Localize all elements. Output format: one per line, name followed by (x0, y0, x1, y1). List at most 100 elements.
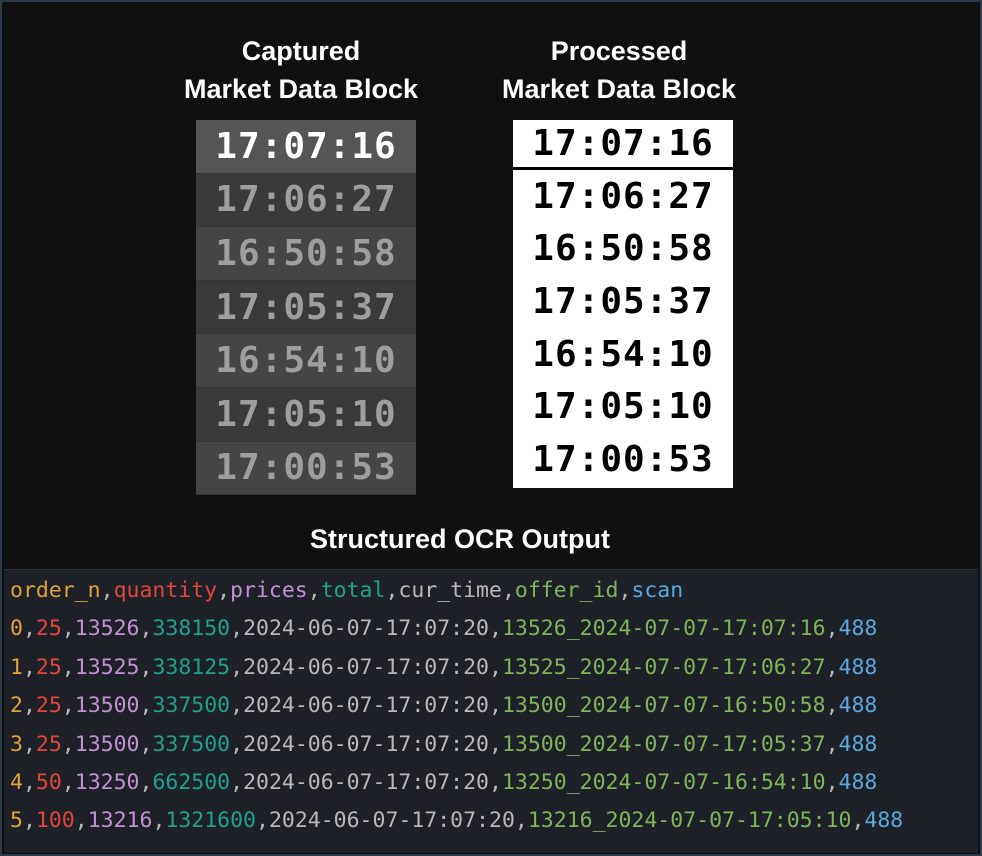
csv-separator: , (22, 693, 36, 719)
csv-separator: , (825, 770, 839, 795)
captured-time-cell: 17:00:53 (196, 441, 416, 496)
csv-cell-prices: 13525 (74, 654, 140, 680)
csv-cell-quantity: 25 (35, 654, 62, 680)
ocr-output-heading: Structured OCR Output (310, 524, 610, 554)
csv-separator: , (825, 731, 839, 757)
csv-cell-prices: 13216 (87, 808, 153, 834)
csv-cell-cur-time: 2024-06-07-17:07:20 (243, 731, 490, 757)
csv-separator: , (139, 731, 153, 757)
csv-cell-order-n: 0 (10, 616, 23, 642)
captured-time-cell: 17:05:10 (196, 387, 416, 442)
ocr-output-panel: order_n,quantity,prices,total,cur_time,o… (4, 569, 978, 853)
csv-separator: , (22, 731, 36, 757)
csv-separator: , (618, 578, 632, 603)
captured-block-heading: Captured Market Data Block (148, 32, 454, 108)
csv-separator: , (61, 616, 75, 642)
csv-cell-quantity: 25 (35, 616, 62, 642)
processed-block-heading: Processed Market Data Block (466, 32, 772, 108)
processed-market-data-block: 17:07:16 17:06:27 16:50:58 17:05:37 16:5… (513, 120, 733, 488)
captured-time-cell: 16:54:10 (196, 334, 416, 388)
csv-cell-total: total (320, 578, 386, 603)
csv-cell-scan: 488 (838, 654, 878, 680)
csv-cell-quantity: 50 (35, 770, 62, 795)
csv-separator: , (152, 808, 166, 834)
csv-data-line: 1,25,13525,338125,2024-06-07-17:07:20,13… (10, 649, 877, 687)
csv-separator: , (230, 731, 244, 757)
csv-separator: , (139, 693, 153, 719)
captured-time-cell: 17:05:37 (196, 280, 416, 335)
csv-cell-scan: 488 (838, 693, 878, 719)
csv-cell-cur-time: 2024-06-07-17:07:20 (243, 770, 490, 795)
csv-separator: , (230, 654, 244, 680)
csv-cell-scan: 488 (838, 616, 878, 642)
csv-cell-total: 337500 (152, 693, 231, 719)
csv-cell-offer-id: 13500_2024-07-07-17:05:37 (501, 731, 826, 757)
csv-cell-order-n: 4 (10, 770, 23, 795)
captured-time-cell: 17:07:16 (196, 120, 416, 174)
captured-time-cell: 17:06:27 (196, 173, 416, 228)
csv-cell-total: 337500 (152, 731, 231, 757)
csv-separator: , (22, 770, 36, 795)
csv-cell-total: 338125 (152, 654, 231, 680)
csv-separator: , (22, 808, 36, 834)
csv-cell-cur-time: 2024-06-07-17:07:20 (243, 693, 490, 719)
csv-cell-order-n: 5 (10, 808, 23, 834)
csv-cell-quantity: 25 (35, 731, 62, 757)
csv-separator: , (489, 731, 502, 757)
csv-cell-scan: scan (631, 578, 684, 603)
csv-cell-prices: 13500 (74, 731, 140, 757)
csv-cell-quantity: 100 (35, 808, 75, 834)
csv-cell-prices: 13500 (74, 693, 140, 719)
csv-separator: , (61, 770, 75, 795)
csv-separator: , (825, 654, 839, 680)
csv-separator: , (256, 808, 269, 834)
csv-separator: , (139, 654, 153, 680)
captured-heading-line-2: Market Data Block (183, 74, 419, 104)
processed-time-cell: 17:00:53 (532, 438, 714, 480)
csv-separator: , (230, 616, 244, 642)
csv-cell-quantity: quantity (113, 578, 218, 603)
csv-cell-order-n: 3 (10, 731, 23, 757)
csv-separator: , (489, 770, 502, 795)
csv-data-line: 4,50,13250,662500,2024-06-07-17:07:20,13… (10, 764, 877, 802)
csv-cell-total: 338150 (152, 616, 231, 642)
csv-separator: , (514, 808, 528, 834)
csv-cell-scan: 488 (864, 808, 904, 834)
csv-separator: , (307, 578, 321, 603)
csv-cell-order-n: 2 (10, 693, 23, 719)
csv-cell-cur-time: 2024-06-07-17:07:20 (268, 808, 515, 834)
csv-separator: , (61, 731, 75, 757)
csv-cell-offer-id: offer_id (514, 578, 619, 603)
csv-cell-cur-time: cur_time (398, 578, 502, 603)
csv-separator: , (61, 654, 75, 680)
captured-heading-line-1: Captured (241, 36, 361, 66)
csv-separator: , (385, 578, 399, 603)
captured-market-data-block: 17:07:16 17:06:27 16:50:58 17:05:37 16:5… (196, 120, 416, 496)
csv-separator: , (217, 578, 231, 603)
csv-separator: , (230, 693, 244, 719)
csv-data-line: 3,25,13500,337500,2024-06-07-17:07:20,13… (10, 726, 877, 764)
csv-cell-cur-time: 2024-06-07-17:07:20 (243, 654, 490, 680)
csv-separator: , (489, 616, 502, 642)
csv-cell-offer-id: 13250_2024-07-07-16:54:10 (501, 770, 826, 795)
csv-cell-order-n: order_n (10, 578, 101, 603)
processed-time-cell: 16:50:58 (532, 228, 714, 270)
csv-cell-total: 1321600 (165, 808, 256, 834)
csv-separator: , (489, 654, 502, 680)
csv-cell-cur-time: 2024-06-07-17:07:20 (243, 616, 490, 642)
csv-data-line: 5,100,13216,1321600,2024-06-07-17:07:20,… (10, 802, 903, 840)
csv-cell-scan: 488 (838, 770, 878, 795)
csv-separator: , (22, 654, 36, 680)
csv-header-line: order_n,quantity,prices,total,cur_time,o… (10, 572, 683, 610)
csv-separator: , (100, 578, 114, 603)
csv-cell-offer-id: 13216_2024-07-07-17:05:10 (527, 808, 852, 834)
csv-cell-quantity: 25 (35, 693, 62, 719)
csv-cell-prices: prices (230, 578, 308, 603)
csv-separator: , (74, 808, 88, 834)
processed-heading-line-1: Processed (550, 36, 688, 66)
csv-separator: , (501, 578, 515, 603)
csv-separator: , (139, 616, 153, 642)
processed-time-cell: 17:05:10 (532, 386, 714, 428)
csv-cell-prices: 13250 (74, 770, 140, 795)
processed-time-cell: 17:06:27 (532, 175, 714, 217)
